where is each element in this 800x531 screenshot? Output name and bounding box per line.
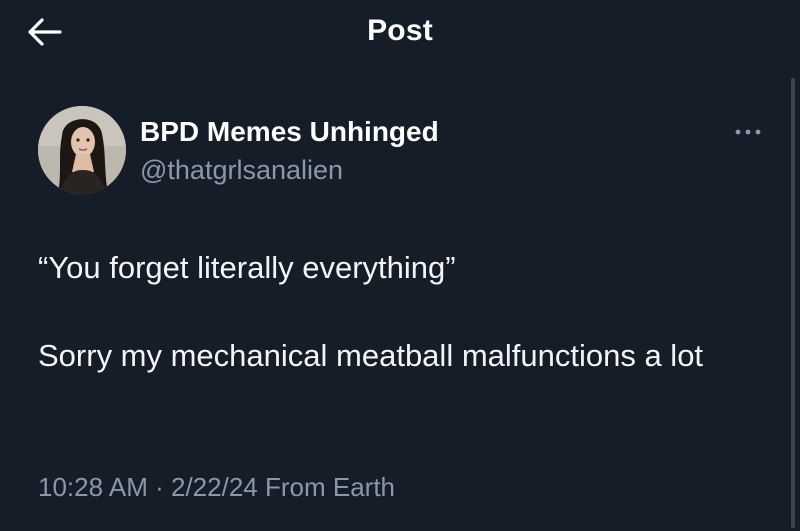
author-handle[interactable]: @thatgrlsanalien <box>140 155 343 186</box>
post-date[interactable]: 2/22/24 <box>171 472 258 502</box>
avatar[interactable] <box>38 106 126 194</box>
more-options-button[interactable] <box>728 120 768 144</box>
post-metadata: 10:28 AM · 2/22/24 From Earth <box>38 472 395 503</box>
post-time[interactable]: 10:28 AM <box>38 472 148 502</box>
profile-photo <box>38 106 126 194</box>
post-text: “You forget literally everything” Sorry … <box>38 250 704 373</box>
scrollbar[interactable] <box>791 78 795 528</box>
author-name[interactable]: BPD Memes Unhinged <box>140 116 439 148</box>
page-title: Post <box>367 14 433 47</box>
more-options-icon <box>735 129 761 135</box>
post-source: From Earth <box>264 472 396 502</box>
meta-separator: · <box>155 472 164 502</box>
top-bar: Post <box>0 0 800 64</box>
